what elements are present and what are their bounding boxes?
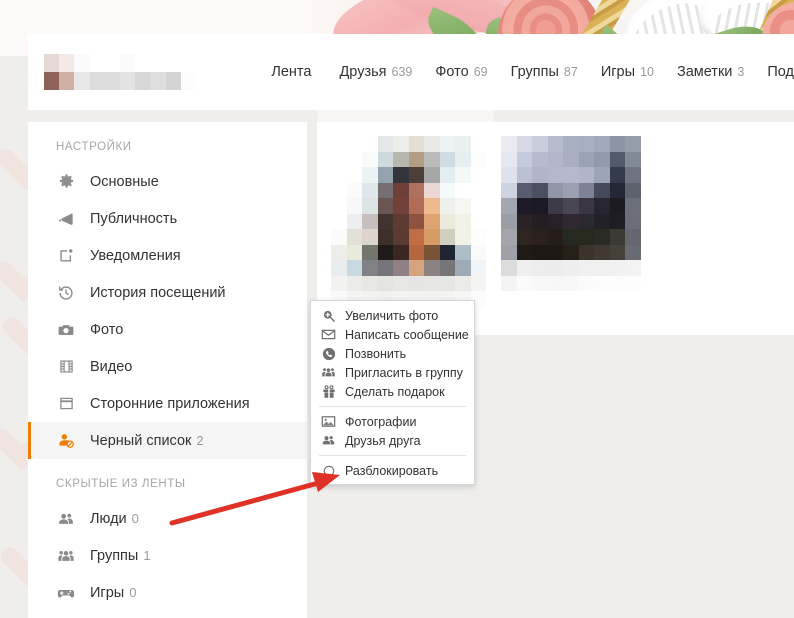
sidebar-item-label: Черный список — [90, 432, 192, 449]
circle-unblock-icon — [320, 463, 337, 479]
user-blocked-icon — [56, 431, 76, 451]
sidebar-section-settings-title: НАСТРОЙКИ — [56, 141, 132, 153]
sidebar-item-label: Основные — [90, 173, 159, 190]
nav-groups[interactable]: Группы 87 — [511, 64, 578, 80]
menu-item-label: Фотографии — [345, 414, 417, 429]
menu-item-fotografii[interactable]: Фотографии — [311, 412, 474, 431]
sidebar-item-istoriya-poseshcheniy[interactable]: История посещений — [28, 274, 307, 311]
sidebar-item-igry[interactable]: Игры 0 — [28, 574, 307, 611]
sidebar-item-label: Публичность — [90, 210, 178, 227]
menu-item-druzya-druga[interactable]: Друзья друга — [311, 431, 474, 450]
sidebar-item-lyudi[interactable]: Люди 0 — [28, 500, 307, 537]
blocked-user-avatar-1[interactable] — [331, 136, 486, 307]
site-header: Лента Друзья 639 Фото 69 Группы 87 Игры … — [28, 34, 794, 110]
blurred-site-logo[interactable] — [44, 54, 197, 90]
sidebar-item-uvedomleniya[interactable]: Уведомления — [28, 237, 307, 274]
heart-decoration — [0, 430, 26, 460]
menu-item-label: Разблокировать — [345, 463, 439, 478]
nav-count: 10 — [640, 65, 654, 79]
sidebar-item-count: 1 — [143, 548, 151, 563]
history-clock-icon — [56, 283, 76, 303]
main-navigation: Лента Друзья 639 Фото 69 Группы 87 Игры … — [271, 34, 794, 110]
nav-label: Заметки — [676, 64, 733, 80]
menu-item-label: Друзья друга — [345, 433, 421, 448]
nav-notes[interactable]: Заметки 3 — [677, 64, 744, 80]
gift-icon — [320, 384, 337, 400]
sidebar-item-count: 0 — [129, 585, 137, 600]
menu-item-uvelichit-foto[interactable]: Увеличить фото — [311, 306, 474, 325]
sidebar-item-count: 0 — [131, 511, 139, 526]
content-top-strip — [317, 110, 493, 122]
sidebar-item-video[interactable]: Видео — [28, 348, 307, 385]
menu-item-label: Написать сообщение — [345, 327, 469, 342]
heart-decoration — [0, 150, 30, 180]
envelope-icon — [320, 327, 337, 343]
blocked-user-avatar-2[interactable] — [501, 136, 641, 291]
nav-count: 69 — [473, 65, 488, 79]
nav-count: 639 — [391, 65, 413, 79]
sidebar-item-label: Люди — [90, 510, 127, 527]
photo-icon — [320, 414, 337, 430]
nav-label: Игры — [600, 64, 636, 80]
sidebar-item-osnovnye[interactable]: Основные — [28, 163, 307, 200]
friends-icon — [320, 433, 337, 449]
menu-item-priglasit-v-gruppu[interactable]: Пригласить в группу — [311, 363, 474, 382]
menu-item-napisat-soobshchenie[interactable]: Написать сообщение — [311, 325, 474, 344]
nav-games[interactable]: Игры 10 — [601, 64, 654, 80]
settings-sidebar: НАСТРОЙКИ Основные Публичность Уведомлен… — [28, 122, 307, 618]
group-icon — [56, 546, 76, 566]
blocked-user-tile-1[interactable] — [331, 136, 486, 307]
film-icon — [56, 357, 76, 377]
group-invite-icon — [320, 365, 337, 381]
nav-feed[interactable]: Лента — [271, 64, 316, 80]
window-app-icon — [56, 394, 76, 414]
nav-count: 3 — [737, 65, 745, 79]
menu-item-label: Увеличить фото — [345, 308, 439, 323]
sidebar-item-label: Группы — [90, 547, 139, 564]
sidebar-item-cherny-spisok[interactable]: Черный список 2 — [28, 422, 307, 459]
sidebar-item-storonnie-prilozheniya[interactable]: Сторонние приложения — [28, 385, 307, 422]
phone-icon — [320, 346, 337, 362]
sidebar-item-label: Уведомления — [90, 247, 181, 264]
sidebar-section-hidden-title: СКРЫТЫЕ ИЗ ЛЕНТЫ — [56, 478, 186, 490]
nav-label: Фото — [435, 64, 469, 80]
menu-item-pozvonit[interactable]: Позвонить — [311, 344, 474, 363]
camera-icon — [56, 320, 76, 340]
menu-item-label: Сделать подарок — [345, 384, 445, 399]
sidebar-item-label: История посещений — [90, 284, 226, 301]
zoom-in-icon — [320, 308, 337, 324]
nav-label: Группы — [510, 64, 559, 80]
menu-item-sdelat-podarok[interactable]: Сделать подарок — [311, 382, 474, 401]
menu-separator — [319, 455, 466, 456]
blocked-user-tile-2[interactable] — [501, 136, 641, 291]
nav-label: Под — [767, 64, 794, 80]
gamepad-icon — [56, 583, 76, 603]
sidebar-item-count: 2 — [196, 433, 204, 448]
sidebar-item-label: Игры — [90, 584, 125, 601]
notification-icon — [56, 246, 76, 266]
user-context-menu: Увеличить фото Написать сообщение Позвон… — [310, 300, 475, 485]
nav-count: 87 — [563, 65, 578, 79]
megaphone-icon — [56, 209, 76, 229]
menu-item-razblokirovat[interactable]: Разблокировать — [311, 461, 474, 480]
sidebar-item-label: Сторонние приложения — [90, 395, 250, 412]
nav-subscriptions-truncated[interactable]: Под — [767, 64, 794, 80]
nav-label: Друзья — [339, 64, 387, 80]
nav-photos[interactable]: Фото 69 — [435, 64, 487, 80]
menu-separator — [319, 406, 466, 407]
heart-decoration — [0, 262, 28, 292]
menu-item-label: Позвонить — [345, 346, 407, 361]
sidebar-item-publichnost[interactable]: Публичность — [28, 200, 307, 237]
menu-item-label: Пригласить в группу — [345, 365, 463, 380]
gear-icon — [56, 172, 76, 192]
sidebar-item-label: Фото — [90, 321, 124, 338]
sidebar-item-foto[interactable]: Фото — [28, 311, 307, 348]
people-icon — [56, 509, 76, 529]
sidebar-item-gruppy[interactable]: Группы 1 — [28, 537, 307, 574]
sidebar-item-label: Видео — [90, 358, 133, 375]
nav-friends[interactable]: Друзья 639 — [339, 64, 412, 80]
nav-label: Лента — [271, 64, 312, 80]
